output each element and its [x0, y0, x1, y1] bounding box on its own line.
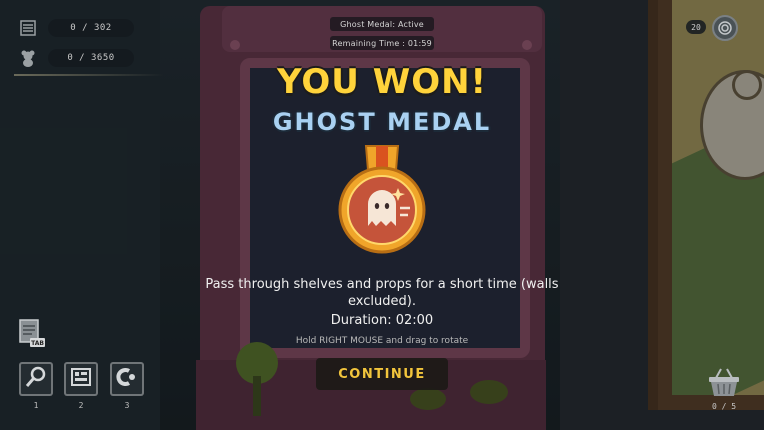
basket-count: 0 / 5: [711, 402, 737, 411]
rotate-hint: Hold RIGHT MOUSE and drag to rotate: [295, 336, 469, 346]
medal-status-label: Ghost Medal: Active: [330, 17, 434, 31]
tool-key-1: 1: [33, 401, 39, 410]
remaining-time-label: Remaining Time : 01:59: [330, 36, 434, 50]
coin-count: 20: [686, 20, 706, 34]
continue-button[interactable]: CONTINUE: [316, 358, 448, 390]
coin-icon: [712, 15, 738, 41]
map-icon: [69, 365, 93, 393]
tool-magnet-button[interactable]: [110, 362, 144, 396]
prize-duration: Duration: 02:00: [330, 313, 434, 328]
collected-items-counter: 0 / 302: [18, 18, 134, 38]
prize-name: GHOST MEDAL: [272, 108, 492, 136]
tool-key-2: 2: [78, 401, 84, 410]
tool-magnifier-button[interactable]: [19, 362, 53, 396]
magnifier-icon: [24, 365, 48, 393]
items-count: 0 / 302: [48, 19, 134, 37]
basket-icon: [706, 366, 742, 398]
ghost-medal-icon: [330, 144, 434, 254]
magnet-icon: [115, 365, 139, 393]
result-headline: YOU WON!: [276, 62, 488, 102]
tool-key-3: 3: [124, 401, 130, 410]
list-icon: [18, 18, 38, 38]
prize-description: Pass through shelves and props for a sho…: [205, 277, 559, 309]
tool-map-button[interactable]: [64, 362, 98, 396]
